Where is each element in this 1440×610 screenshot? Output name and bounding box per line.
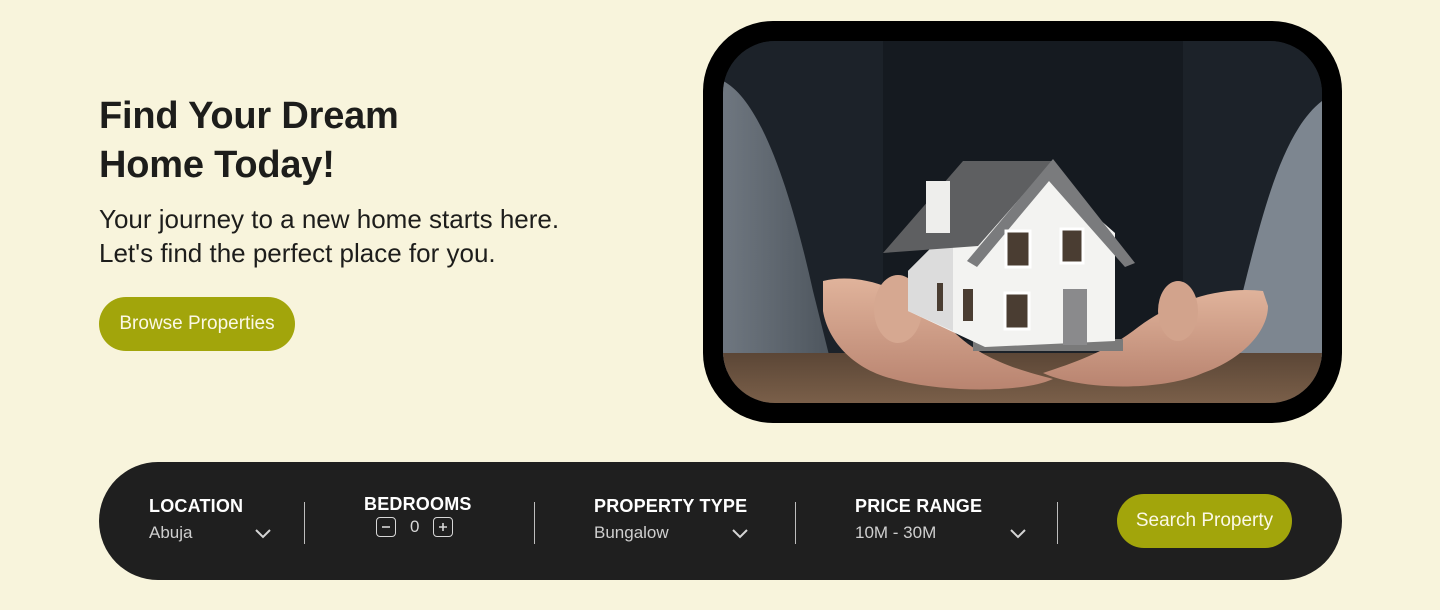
increment-button[interactable] xyxy=(433,517,454,537)
search-property-button[interactable]: Search Property xyxy=(1117,494,1292,548)
hero-image-frame xyxy=(703,21,1342,423)
hero-title: Find Your Dream Home Today! xyxy=(99,92,519,190)
field-divider xyxy=(1057,502,1058,544)
bedrooms-value: 0 xyxy=(410,517,420,536)
hero-title-line2: Home Today! xyxy=(99,144,335,186)
chevron-down-icon[interactable] xyxy=(1009,528,1027,540)
field-divider xyxy=(534,502,535,544)
location-label: LOCATION xyxy=(149,496,244,516)
hero-subtitle-line1: Your journey to a new home starts here. xyxy=(99,204,560,234)
field-divider xyxy=(795,502,796,544)
bedrooms-label: BEDROOMS xyxy=(364,494,472,514)
hero-subtitle: Your journey to a new home starts here. … xyxy=(99,202,659,270)
bedrooms-stepper: 0 xyxy=(364,517,472,537)
chevron-down-icon[interactable] xyxy=(254,528,272,540)
property-type-label: PROPERTY TYPE xyxy=(594,496,748,516)
decrement-button[interactable] xyxy=(376,517,396,537)
browse-properties-button[interactable]: Browse Properties xyxy=(99,297,295,351)
minus-icon xyxy=(382,526,390,528)
field-divider xyxy=(304,502,305,544)
house-in-hands-illustration xyxy=(723,41,1322,403)
location-field[interactable]: LOCATION Abuja xyxy=(149,496,274,543)
price-range-field[interactable]: PRICE RANGE 10M - 30M xyxy=(855,496,1030,543)
plus-icon xyxy=(439,523,448,531)
hero-image xyxy=(723,41,1322,403)
hero-subtitle-line2: Let's find the perfect place for you. xyxy=(99,238,496,268)
hero-title-line1: Find Your Dream xyxy=(99,95,399,137)
price-range-label: PRICE RANGE xyxy=(855,496,983,516)
price-range-value: 10M - 30M xyxy=(855,523,937,542)
property-type-value: Bungalow xyxy=(594,523,669,542)
chevron-down-icon[interactable] xyxy=(731,528,749,540)
bedrooms-field: BEDROOMS 0 xyxy=(364,494,472,537)
property-type-field[interactable]: PROPERTY TYPE Bungalow xyxy=(594,496,754,543)
property-search-bar: LOCATION Abuja BEDROOMS 0 PROPERTY TYPE … xyxy=(99,462,1342,580)
